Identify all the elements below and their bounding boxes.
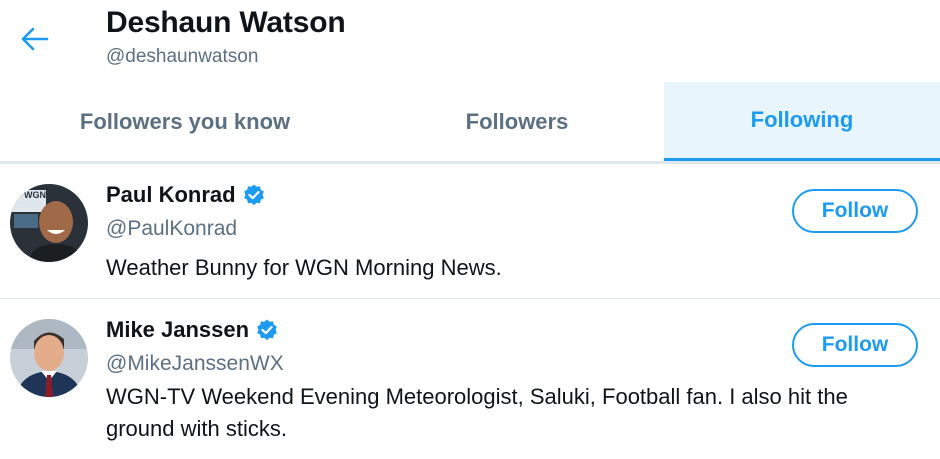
profile-header: Deshaun Watson @deshaunwatson — [0, 0, 940, 82]
user-list-item[interactable]: WGN Paul Konrad @PaulKonrad Weather Bunn… — [0, 164, 940, 299]
user-list-item[interactable]: Mike Janssen @MikeJanssenWX WGN-TV Weeke… — [0, 299, 940, 459]
user-bio: Weather Bunny for WGN Morning News. — [106, 255, 502, 280]
user-handle: @PaulKonrad — [106, 217, 238, 240]
profile-name: Deshaun Watson — [106, 6, 346, 39]
user-name[interactable]: Paul Konrad — [106, 182, 236, 208]
back-button[interactable] — [18, 22, 52, 56]
follow-button[interactable]: Follow — [792, 323, 918, 367]
user-name[interactable]: Mike Janssen — [106, 317, 249, 343]
user-handle: @MikeJanssenWX — [106, 352, 284, 375]
tab-bar: Followers you know Followers Following — [0, 82, 940, 164]
arrow-left-icon — [21, 27, 49, 51]
verified-badge-icon — [243, 184, 264, 206]
follow-button[interactable]: Follow — [792, 189, 918, 233]
user-bio: WGN-TV Weekend Evening Meteorologist, Sa… — [106, 384, 848, 441]
tab-following[interactable]: Following — [664, 82, 940, 161]
avatar[interactable]: WGN — [10, 184, 88, 262]
tab-followers[interactable]: Followers — [370, 82, 664, 161]
profile-handle: @deshaunwatson — [106, 46, 259, 67]
verified-badge-icon — [257, 319, 277, 341]
avatar-logo-text: WGN — [24, 190, 46, 200]
tab-followers-you-know[interactable]: Followers you know — [0, 82, 370, 161]
avatar[interactable] — [10, 319, 88, 397]
